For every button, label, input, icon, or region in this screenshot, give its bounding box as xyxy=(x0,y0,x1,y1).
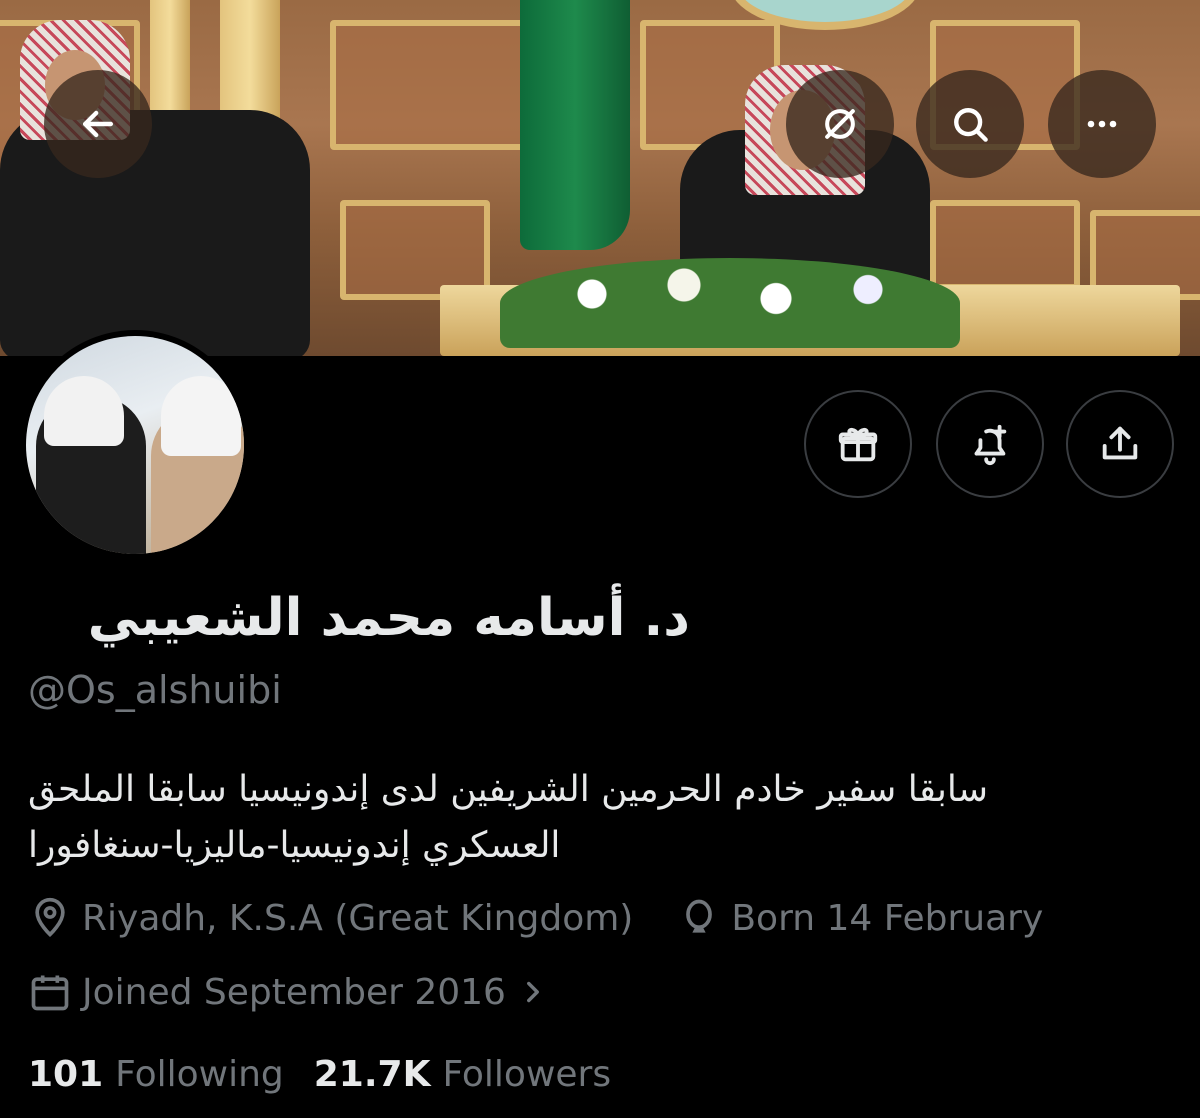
user-handle: @Os_alshuibi xyxy=(28,668,282,712)
bell-plus-icon xyxy=(974,424,1007,466)
chevron-right-icon xyxy=(527,981,539,1003)
search-button[interactable] xyxy=(916,70,1024,178)
more-button[interactable] xyxy=(1048,70,1156,178)
search-icon xyxy=(954,108,988,142)
birthday-item: Born 14 February xyxy=(677,896,1043,940)
back-button[interactable] xyxy=(44,70,152,178)
location-item: Riyadh, K.S.A (Great Kingdom) xyxy=(28,896,633,940)
follow-stats: 101 Following 21.7K Followers xyxy=(28,1054,641,1095)
share-icon xyxy=(1102,426,1138,460)
location-pin-icon xyxy=(35,897,65,938)
avatar[interactable] xyxy=(20,330,250,560)
calendar-icon xyxy=(31,975,69,1011)
birthday-text: Born 14 February xyxy=(731,897,1044,939)
profile-banner[interactable] xyxy=(0,0,1200,356)
display-name: د. أسامه محمد الشعيبي xyxy=(87,588,690,648)
profile-meta-row: Riyadh, K.S.A (Great Kingdom) Born 14 Fe… xyxy=(28,896,1087,940)
joined-row[interactable]: Joined September 2016 xyxy=(28,970,550,1014)
following-count[interactable]: 101 xyxy=(28,1054,103,1095)
notify-button[interactable] xyxy=(936,390,1044,498)
avatar-image xyxy=(26,336,244,554)
balloon-icon xyxy=(686,899,713,933)
bio-line: العسكري إندونيسيا-ماليزيا-سنغافورا xyxy=(28,825,561,866)
followers-count[interactable]: 21.7K xyxy=(314,1054,431,1095)
more-horizontal-icon xyxy=(1087,120,1117,128)
bio-line: سابقا سفير خادم الحرمين الشريفين لدى إند… xyxy=(28,769,989,810)
gift-button[interactable] xyxy=(804,390,912,498)
followers-label[interactable]: Followers xyxy=(442,1054,611,1095)
grok-icon xyxy=(825,109,855,139)
arrow-left-icon xyxy=(82,110,114,138)
following-label[interactable]: Following xyxy=(115,1054,284,1095)
gift-icon xyxy=(838,427,878,462)
grok-button[interactable] xyxy=(786,70,894,178)
joined-text: Joined September 2016 xyxy=(82,971,506,1013)
profile-bio: سابقا سفير خادم الحرمين الشريفين لدى إند… xyxy=(28,762,1168,874)
location-text: Riyadh, K.S.A (Great Kingdom) xyxy=(82,897,634,939)
share-button[interactable] xyxy=(1066,390,1174,498)
